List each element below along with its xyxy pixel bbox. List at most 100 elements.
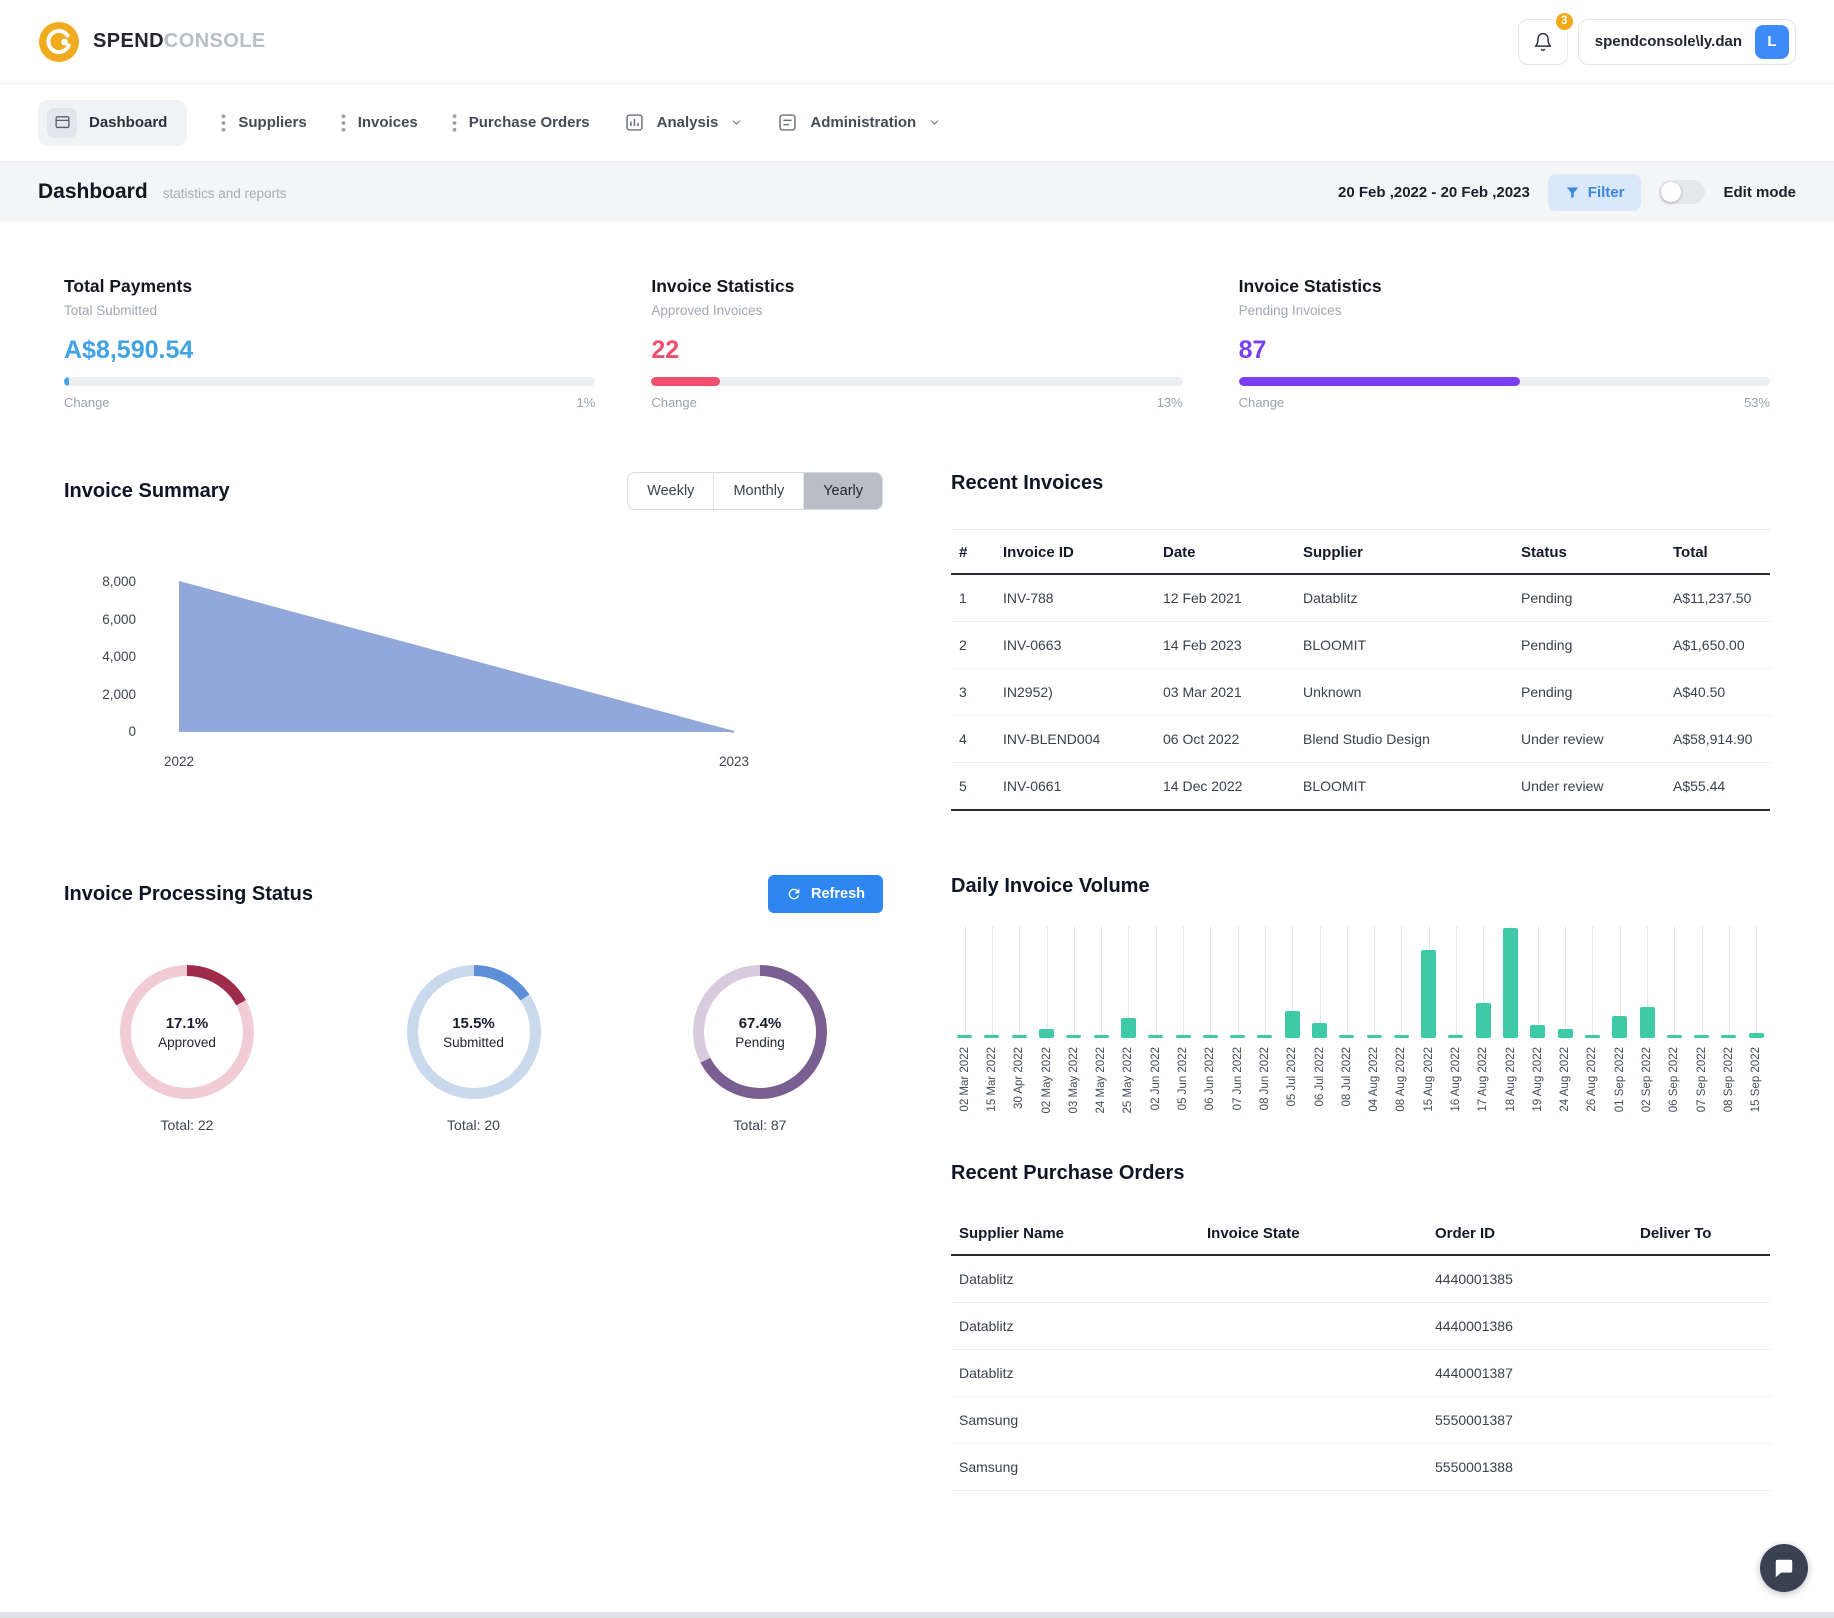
nav-item-suppliers[interactable]: Suppliers bbox=[221, 114, 306, 132]
column-header: Deliver To bbox=[1632, 1211, 1770, 1255]
gridline bbox=[1592, 926, 1593, 1038]
chat-bubble-icon bbox=[1773, 1557, 1795, 1579]
volume-column: 06 Jul 2022 bbox=[1306, 926, 1333, 1114]
processing-status-title: Invoice Processing Status bbox=[64, 883, 313, 906]
summary-tab-yearly[interactable]: Yearly bbox=[803, 473, 882, 509]
donut-ring: 15.5% Submitted bbox=[407, 965, 541, 1099]
stat-progress-fill bbox=[1239, 377, 1521, 386]
gridline bbox=[1702, 926, 1703, 1038]
x-axis-label: 07 Sep 2022 bbox=[1696, 1047, 1708, 1112]
summary-tab-weekly[interactable]: Weekly bbox=[628, 473, 713, 509]
volume-column: 03 May 2022 bbox=[1060, 926, 1087, 1114]
stat-change-row: Change 53% bbox=[1239, 395, 1770, 410]
x-axis-label: 07 Jun 2022 bbox=[1232, 1047, 1244, 1110]
volume-bar bbox=[1694, 1035, 1709, 1038]
stat-subtitle: Approved Invoices bbox=[651, 303, 1182, 318]
x-axis-label: 03 May 2022 bbox=[1068, 1047, 1080, 1114]
gridline bbox=[1456, 926, 1457, 1038]
gridline bbox=[1047, 926, 1048, 1038]
volume-column: 19 Aug 2022 bbox=[1524, 926, 1551, 1114]
nav-item-analysis[interactable]: Analysis bbox=[624, 112, 744, 133]
filter-label: Filter bbox=[1588, 184, 1625, 201]
volume-column: 05 Jun 2022 bbox=[1169, 926, 1196, 1114]
table-row: 2INV-066314 Feb 2023BLOOMITPendingA$1,65… bbox=[951, 622, 1770, 669]
kebab-menu-icon bbox=[221, 114, 226, 132]
donut-label: Pending bbox=[735, 1035, 785, 1050]
gridline bbox=[1210, 926, 1211, 1038]
volume-column: 02 May 2022 bbox=[1033, 926, 1060, 1114]
x-axis-label: 06 Sep 2022 bbox=[1668, 1047, 1680, 1112]
stat-title: Invoice Statistics bbox=[1239, 276, 1770, 297]
volume-bar bbox=[1476, 1003, 1491, 1038]
donut-submitted: 15.5% Submitted Total: 20 bbox=[407, 965, 541, 1133]
nav-item-dashboard[interactable]: Dashboard bbox=[38, 100, 187, 146]
y-axis-tick: 0 bbox=[128, 724, 136, 739]
volume-column: 24 Aug 2022 bbox=[1552, 926, 1579, 1114]
x-axis-label: 24 May 2022 bbox=[1095, 1047, 1107, 1114]
table-row: 4INV-BLEND00406 Oct 2022Blend Studio Des… bbox=[951, 716, 1770, 763]
dashboard-icon bbox=[47, 108, 77, 138]
column-header: Date bbox=[1155, 530, 1295, 575]
gridline bbox=[1565, 926, 1566, 1038]
x-axis-label: 08 Aug 2022 bbox=[1395, 1047, 1407, 1112]
user-menu[interactable]: spendconsole\ly.dan L bbox=[1578, 19, 1796, 65]
recent-invoices-title: Recent Invoices bbox=[951, 472, 1770, 495]
stat-progress-bar bbox=[651, 377, 1182, 386]
change-label: Change bbox=[1239, 395, 1285, 410]
x-axis-label: 18 Aug 2022 bbox=[1505, 1047, 1517, 1112]
table-row: Datablitz4440001386 bbox=[951, 1302, 1770, 1349]
recent-invoices-table: #Invoice IDDateSupplierStatusTotal 1INV-… bbox=[951, 529, 1770, 811]
chat-launcher-button[interactable] bbox=[1760, 1544, 1808, 1592]
summary-tab-monthly[interactable]: Monthly bbox=[713, 473, 803, 509]
main-content: Total Payments Total Submitted A$8,590.5… bbox=[0, 222, 1834, 1491]
volume-bar bbox=[1176, 1035, 1191, 1038]
x-axis-label: 25 May 2022 bbox=[1122, 1047, 1134, 1114]
nav-item-purchase-orders[interactable]: Purchase Orders bbox=[452, 114, 590, 132]
stat-cards-row: Total Payments Total Submitted A$8,590.5… bbox=[64, 276, 1770, 410]
volume-bar bbox=[1257, 1035, 1272, 1038]
nav-item-administration[interactable]: Administration bbox=[777, 112, 941, 133]
recent-purchase-orders-table: Supplier NameInvoice StateOrder IDDelive… bbox=[951, 1211, 1770, 1491]
avatar: L bbox=[1755, 25, 1789, 59]
filter-button[interactable]: Filter bbox=[1548, 174, 1642, 211]
volume-bar bbox=[1721, 1035, 1736, 1038]
volume-bar bbox=[1558, 1029, 1573, 1038]
change-label: Change bbox=[651, 395, 697, 410]
volume-column: 07 Sep 2022 bbox=[1688, 926, 1715, 1114]
x-axis-label: 30 Apr 2022 bbox=[1013, 1047, 1025, 1109]
gridline bbox=[1374, 926, 1375, 1038]
gridline bbox=[1183, 926, 1184, 1038]
recent-purchase-orders-title: Recent Purchase Orders bbox=[951, 1162, 1770, 1185]
volume-bar bbox=[984, 1035, 999, 1038]
stat-value: 87 bbox=[1239, 336, 1770, 365]
gridline bbox=[1320, 926, 1321, 1038]
page-header: Dashboard statistics and reports 20 Feb … bbox=[0, 162, 1834, 222]
notifications-button[interactable]: 3 bbox=[1518, 19, 1568, 65]
chevron-down-icon bbox=[730, 116, 743, 129]
column-header: Status bbox=[1513, 530, 1665, 575]
stat-progress-fill bbox=[651, 377, 720, 386]
stat-change-row: Change 13% bbox=[651, 395, 1182, 410]
gridline bbox=[1674, 926, 1675, 1038]
status-donuts: 17.1% Approved Total: 22 15.5% Submitted… bbox=[64, 965, 883, 1133]
change-label: Change bbox=[64, 395, 110, 410]
refresh-button[interactable]: Refresh bbox=[768, 875, 883, 913]
kebab-menu-icon bbox=[452, 114, 457, 132]
stat-card-pending-invoices: Invoice Statistics Pending Invoices 87 C… bbox=[1239, 276, 1770, 410]
processing-status-section: Invoice Processing Status Refresh 17.1% … bbox=[64, 875, 883, 1491]
summary-period-tabs: WeeklyMonthlyYearly bbox=[627, 472, 883, 510]
volume-column: 15 Aug 2022 bbox=[1415, 926, 1442, 1114]
volume-column: 25 May 2022 bbox=[1115, 926, 1142, 1114]
funnel-icon bbox=[1565, 185, 1580, 200]
donut-ring: 67.4% Pending bbox=[693, 965, 827, 1099]
volume-column: 15 Mar 2022 bbox=[978, 926, 1005, 1114]
x-axis-label: 17 Aug 2022 bbox=[1477, 1047, 1489, 1112]
volume-bar bbox=[1012, 1035, 1027, 1038]
notification-badge: 3 bbox=[1554, 11, 1575, 32]
x-axis-label: 19 Aug 2022 bbox=[1532, 1047, 1544, 1112]
nav-item-invoices[interactable]: Invoices bbox=[341, 114, 418, 132]
edit-mode-toggle[interactable] bbox=[1659, 180, 1705, 204]
volume-bar bbox=[1066, 1035, 1081, 1038]
table-header-row: Supplier NameInvoice StateOrder IDDelive… bbox=[951, 1211, 1770, 1255]
change-value: 1% bbox=[577, 395, 596, 410]
